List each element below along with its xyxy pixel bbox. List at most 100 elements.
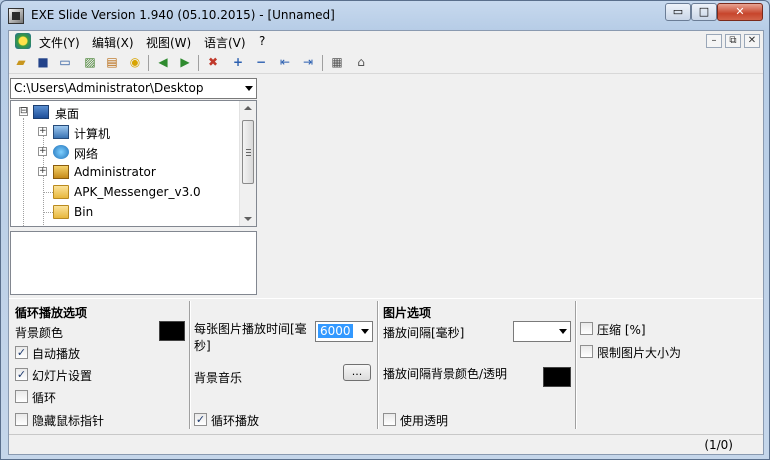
tree-guide-line	[44, 192, 53, 193]
mdi-close-button[interactable]: ✕	[744, 34, 760, 48]
use-transparent-checkbox[interactable]	[383, 413, 396, 426]
tree-item[interactable]: + 计算机	[11, 123, 241, 143]
use-transparent-label: 使用透明	[400, 414, 449, 428]
move-left-icon[interactable]: ⇤	[276, 54, 294, 72]
image-section-title: 图片选项	[383, 306, 432, 320]
expand-toggle-icon[interactable]: +	[38, 167, 47, 176]
chevron-down-icon[interactable]	[559, 329, 567, 334]
edit-image-icon[interactable]: ▤	[103, 54, 121, 72]
loop-checkbox[interactable]	[15, 390, 28, 403]
loop-play-checkbox[interactable]: ✓	[194, 413, 207, 426]
mdi-document-icon[interactable]	[15, 33, 31, 49]
tree-guide-line	[44, 212, 53, 213]
previous-icon[interactable]: ◀	[154, 54, 172, 72]
move-right-icon[interactable]: ⇥	[299, 54, 317, 72]
app-icon	[8, 8, 24, 24]
status-bar: (1/0)	[9, 434, 763, 454]
tree-item-label: 桌面	[55, 107, 80, 121]
per-image-time-dropdown[interactable]: 6000	[315, 321, 373, 342]
menu-file[interactable]: 文件(Y)	[39, 34, 80, 51]
preview-area[interactable]	[261, 77, 761, 295]
presentation-icon[interactable]: ⌂	[352, 54, 370, 72]
hide-cursor-checkbox[interactable]	[15, 413, 28, 426]
tree-item[interactable]: ⊟ 桌面	[11, 103, 241, 123]
menu-help[interactable]: ?	[259, 34, 265, 48]
toolbar-separator	[198, 55, 199, 71]
menu-bar: 文件(Y) 编辑(X) 视图(W) 语言(V) ? – ⧉ ✕	[9, 31, 763, 51]
browse-music-button[interactable]: ...	[343, 364, 371, 381]
maximize-button[interactable]: □	[691, 3, 717, 21]
toolbar-separator	[322, 55, 323, 71]
collapse-toggle-icon[interactable]: ⊟	[19, 107, 28, 116]
open-folder-icon[interactable]: ▰	[12, 54, 30, 72]
autoplay-label: 自动播放	[32, 347, 81, 361]
window-icon[interactable]: ▭	[56, 54, 74, 72]
computer-icon	[53, 125, 69, 139]
menu-view[interactable]: 视图(W)	[146, 34, 191, 51]
section-divider	[377, 301, 379, 429]
toolbar: ▰ ■ ▭ ▨ ▤ ◉ ◀ ▶ ✖ + − ⇤ ⇥ ▦ ⌂	[9, 52, 763, 74]
play-icon[interactable]: ◉	[126, 54, 144, 72]
window-title: EXE Slide Version 1.940 (05.10.2015) - […	[31, 8, 335, 22]
limit-size-checkbox[interactable]	[580, 345, 593, 358]
menu-edit[interactable]: 编辑(X)	[92, 34, 134, 51]
title-bar[interactable]: EXE Slide Version 1.940 (05.10.2015) - […	[1, 1, 769, 31]
scroll-thumb[interactable]	[242, 120, 254, 184]
client-area: 文件(Y) 编辑(X) 视图(W) 语言(V) ? – ⧉ ✕ ▰ ■ ▭ ▨ …	[8, 30, 764, 455]
file-list[interactable]	[10, 231, 257, 295]
interval-dropdown[interactable]	[513, 321, 571, 342]
path-dropdown[interactable]: C:\Users\Administrator\Desktop	[10, 78, 257, 99]
interval-bg-swatch[interactable]	[543, 367, 571, 387]
folder-tree[interactable]: ⊟ 桌面 + 计算机 + 网络 + Administrator APK_Mess…	[10, 100, 257, 227]
toolbar-separator	[148, 55, 149, 71]
interval-label: 播放间隔[毫秒]	[383, 326, 465, 340]
add-icon[interactable]: +	[229, 54, 247, 72]
app-window: EXE Slide Version 1.940 (05.10.2015) - […	[0, 0, 770, 460]
tree-item[interactable]: APK_Messenger_v3.0	[11, 183, 241, 203]
path-value: C:\Users\Administrator\Desktop	[14, 81, 204, 95]
close-button[interactable]: ✕	[717, 3, 763, 21]
menu-language[interactable]: 语言(V)	[204, 34, 246, 51]
interval-bg-label: 播放间隔背景颜色/透明	[383, 367, 508, 381]
expand-toggle-icon[interactable]: +	[38, 127, 47, 136]
grip-line	[246, 155, 251, 156]
delete-image-icon[interactable]: ✖	[204, 54, 222, 72]
save-icon[interactable]: ■	[34, 54, 52, 72]
loop-section-title: 循环播放选项	[15, 306, 88, 320]
tree-item-label: 计算机	[74, 127, 111, 141]
scroll-down-icon[interactable]	[244, 217, 252, 221]
scroll-up-icon[interactable]	[244, 106, 252, 110]
per-image-time-value: 6000	[318, 324, 353, 338]
folder-icon	[53, 205, 69, 219]
bg-color-label: 背景颜色	[15, 326, 64, 340]
expand-toggle-icon[interactable]: +	[38, 147, 47, 156]
tree-item[interactable]: Bin	[11, 203, 241, 223]
hide-cursor-label: 隐藏鼠标指针	[32, 414, 105, 428]
next-icon[interactable]: ▶	[176, 54, 194, 72]
grip-line	[246, 149, 251, 150]
autoplay-checkbox[interactable]: ✓	[15, 346, 28, 359]
compress-checkbox[interactable]	[580, 322, 593, 335]
remove-icon[interactable]: −	[252, 54, 270, 72]
tree-scrollbar[interactable]	[239, 101, 256, 226]
mdi-restore-button[interactable]: ⧉	[725, 34, 741, 48]
image-icon[interactable]: ▨	[81, 54, 99, 72]
loop-play-label: 循环播放	[211, 414, 260, 428]
chevron-down-icon[interactable]	[361, 329, 369, 334]
bg-color-swatch[interactable]	[159, 321, 185, 341]
slideshow-checkbox[interactable]: ✓	[15, 368, 28, 381]
loop-label: 循环	[32, 391, 57, 405]
grid-icon[interactable]: ▦	[328, 54, 346, 72]
slide-counter: (1/0)	[704, 438, 733, 452]
chevron-down-icon[interactable]	[245, 86, 253, 91]
tree-item-label: APK_Messenger_v3.0	[74, 185, 201, 199]
tree-item[interactable]: + Administrator	[11, 163, 241, 183]
minimize-button[interactable]: ▭	[665, 3, 691, 21]
user-folder-icon	[53, 165, 69, 179]
tree-item-label: Administrator	[74, 165, 156, 179]
folder-icon	[53, 185, 69, 199]
mdi-minimize-button[interactable]: –	[706, 34, 722, 48]
bg-music-label: 背景音乐	[194, 371, 243, 385]
tree-item[interactable]: + 网络	[11, 143, 241, 163]
grip-line	[246, 152, 251, 153]
